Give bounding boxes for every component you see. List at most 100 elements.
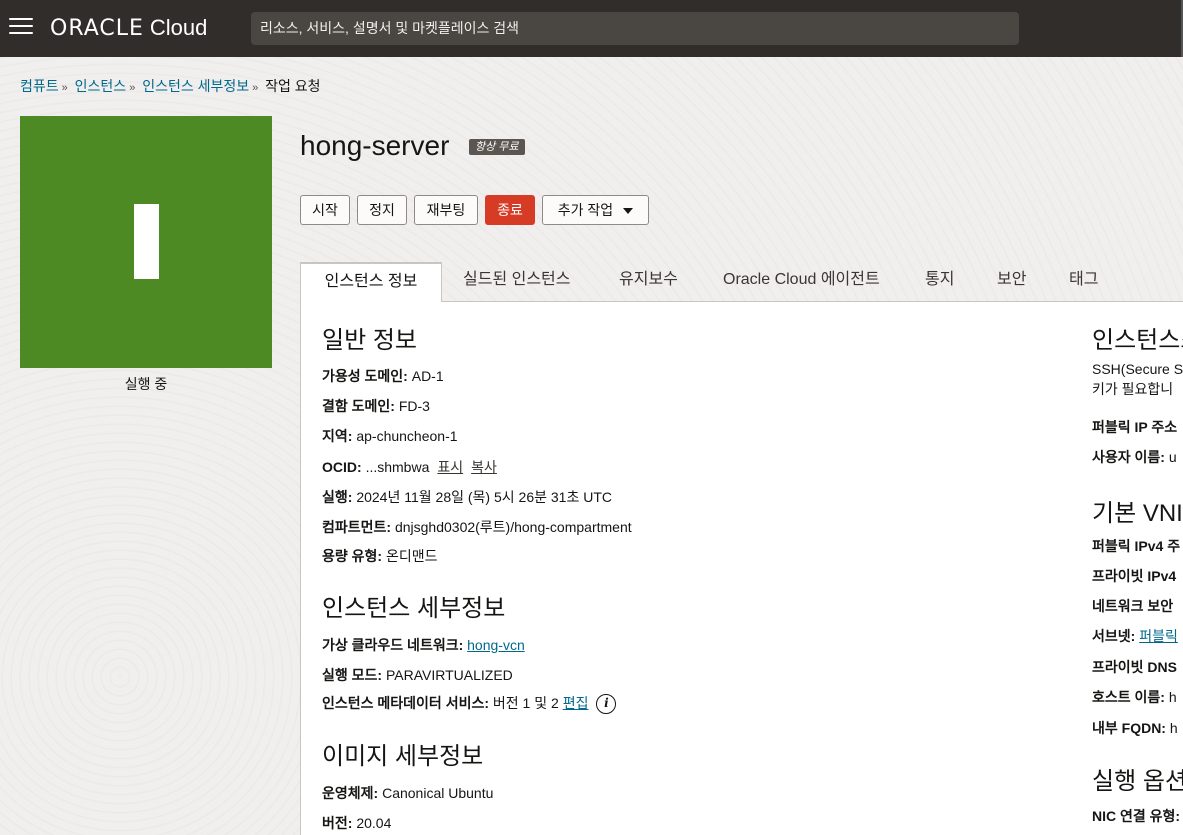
tab-shielded-instance[interactable]: 실드된 인스턴스: [463, 262, 571, 302]
fault-domain-row: 결함 도메인: FD-3: [322, 396, 430, 416]
field-label: NIC 연결 유형:: [1092, 808, 1181, 824]
public-ipv4-row: 퍼블릭 IPv4 주: [1092, 536, 1180, 556]
field-value: 2024년 11월 28일 (목) 5시 26분 31초 UTC: [356, 489, 612, 505]
field-label: 네트워크 보안: [1092, 598, 1174, 614]
field-label: OCID:: [322, 459, 362, 475]
field-label: 실행 모드:: [322, 667, 383, 683]
field-value: dnjsghd0302(루트)/hong-compartment: [394, 519, 632, 535]
private-ipv4-row: 프라이빗 IPv4: [1092, 566, 1176, 586]
launch-options-heading: 실행 옵션: [1092, 768, 1183, 795]
field-label: 사용자 이름:: [1092, 449, 1165, 465]
field-value: 20.04: [356, 815, 392, 831]
field-value: FD-3: [398, 398, 430, 414]
nic-attachment-row: NIC 연결 유형:: [1092, 806, 1180, 826]
field-label: 프라이빗 IPv4: [1092, 568, 1177, 584]
instance-status-label: 실행 중: [124, 376, 168, 392]
field-label: 운영체제:: [322, 785, 379, 801]
launch-mode-row: 실행 모드: PARAVIRTUALIZED: [322, 665, 513, 685]
general-info-heading: 일반 정보: [322, 327, 417, 354]
field-label: 인스턴스 메타데이터 서비스:: [322, 695, 490, 711]
menu-icon[interactable]: [9, 18, 33, 38]
field-label: 가용성 도메인:: [322, 368, 408, 384]
field-label: 내부 FQDN:: [1092, 720, 1166, 736]
breadcrumb: 컴퓨트» 인스턴스» 인스턴스 세부정보» 작업 요청: [20, 76, 321, 96]
tab-bar: 인스턴스 정보 실드된 인스턴스 유지보수 Oracle Cloud 에이전트 …: [300, 262, 1183, 303]
field-value: PARAVIRTUALIZED: [385, 667, 513, 683]
field-label: 실행:: [322, 489, 353, 505]
tab-notifications[interactable]: 통지: [925, 262, 954, 302]
tab-tags[interactable]: 태그: [1069, 262, 1098, 302]
field-value: 온디맨드: [385, 548, 438, 564]
version-row: 버전: 20.04: [322, 813, 391, 833]
page-title: hong-server: [300, 130, 450, 161]
internal-fqdn-row: 내부 FQDN: h: [1092, 718, 1178, 738]
tab-panel: 일반 정보 가용성 도메인: AD-1 결함 도메인: FD-3 지역: ap-…: [300, 302, 1183, 835]
always-free-badge: 항상 무료: [469, 139, 525, 155]
field-value: AD-1: [411, 368, 444, 384]
vcn-row: 가상 클라우드 네트워크: hong-vcn: [322, 635, 525, 655]
main-content: 컴퓨트» 인스턴스» 인스턴스 세부정보» 작업 요청 실행 중 hong-se…: [0, 57, 1183, 835]
imds-edit-link[interactable]: 편집: [563, 695, 589, 711]
info-icon[interactable]: i: [596, 694, 617, 715]
breadcrumb-current: 작업 요청: [265, 78, 321, 94]
field-label: 지역:: [322, 428, 353, 444]
field-value: Canonical Ubuntu: [382, 785, 494, 801]
region-row: 지역: ap-chuncheon-1: [322, 426, 458, 446]
field-label: 퍼블릭 IPv4 주: [1092, 538, 1181, 554]
breadcrumb-compute[interactable]: 컴퓨트: [20, 78, 59, 94]
os-row: 운영체제: Canonical Ubuntu: [322, 783, 493, 803]
field-label: 용량 유형:: [322, 548, 383, 564]
search-input[interactable]: 리소스, 서비스, 설명서 및 마켓플레이스 검색: [251, 12, 1019, 45]
field-value: 버전 1 및 2: [492, 695, 559, 711]
tab-maintenance[interactable]: 유지보수: [619, 262, 678, 302]
breadcrumb-instances[interactable]: 인스턴스: [75, 78, 127, 94]
launched-row: 실행: 2024년 11월 28일 (목) 5시 26분 31초 UTC: [322, 487, 612, 507]
field-label: 버전:: [322, 815, 353, 831]
more-actions-button[interactable]: 추가 작업: [542, 195, 649, 225]
top-header: ORACLE Cloud 리소스, 서비스, 설명서 및 마켓플레이스 검색: [0, 0, 1183, 57]
vcn-link[interactable]: hong-vcn: [467, 637, 525, 653]
field-value: h: [1169, 720, 1178, 736]
availability-domain-row: 가용성 도메인: AD-1: [322, 366, 444, 386]
field-label: 서브넷:: [1092, 628, 1136, 644]
image-details-heading: 이미지 세부정보: [322, 743, 484, 770]
field-value: ...shmbwa: [365, 459, 430, 475]
instance-access-heading: 인스턴스스: [1092, 327, 1183, 354]
username-row: 사용자 이름: u: [1092, 447, 1177, 467]
private-dns-row: 프라이빗 DNS: [1092, 657, 1177, 677]
tab-instance-info[interactable]: 인스턴스 정보: [300, 262, 442, 303]
breadcrumb-separator: »: [129, 82, 136, 94]
field-value: ap-chuncheon-1: [356, 428, 458, 444]
logo-brand: ORACLE: [50, 16, 144, 41]
field-value: h: [1168, 689, 1177, 705]
more-actions-label: 추가 작업: [557, 202, 614, 218]
breadcrumb-separator: »: [252, 82, 259, 94]
breadcrumb-separator: »: [61, 82, 68, 94]
terminate-button[interactable]: 종료: [485, 195, 535, 225]
tab-security[interactable]: 보안: [997, 262, 1026, 302]
start-button[interactable]: 시작: [300, 195, 350, 225]
tab-cloud-agent[interactable]: Oracle Cloud 에이전트: [723, 262, 880, 302]
access-description-line1: SSH(Secure S: [1092, 361, 1183, 377]
public-ip-row: 퍼블릭 IP 주소: [1092, 417, 1177, 437]
subnet-link[interactable]: 퍼블릭: [1139, 628, 1178, 644]
network-security-row: 네트워크 보안: [1092, 596, 1173, 616]
field-label: 퍼블릭 IP 주소: [1092, 419, 1178, 435]
field-label: 호스트 이름:: [1092, 689, 1165, 705]
ocid-copy-link[interactable]: 복사: [471, 459, 497, 475]
logo-product: Cloud: [149, 15, 208, 40]
ocid-row: OCID: ...shmbwa 표시 복사: [322, 457, 497, 477]
compartment-row: 컴파트먼트: dnjsghd0302(루트)/hong-compartment: [322, 517, 632, 537]
metadata-service-row: 인스턴스 메타데이터 서비스: 버전 1 및 2 편집 i: [322, 693, 617, 715]
reboot-button[interactable]: 재부팅: [414, 195, 478, 225]
access-description-line2: 키가 필요합니: [1092, 381, 1174, 397]
ocid-show-link[interactable]: 표시: [437, 459, 463, 475]
oracle-cloud-logo[interactable]: ORACLE Cloud: [50, 15, 207, 43]
field-label: 프라이빗 DNS: [1092, 659, 1177, 675]
stop-button[interactable]: 정지: [357, 195, 407, 225]
capacity-type-row: 용량 유형: 온디맨드: [322, 546, 438, 566]
field-label: 결함 도메인:: [322, 398, 395, 414]
hostname-row: 호스트 이름: h: [1092, 687, 1177, 707]
field-label: 가상 클라우드 네트워크:: [322, 637, 464, 653]
breadcrumb-instance-details[interactable]: 인스턴스 세부정보: [142, 78, 249, 94]
